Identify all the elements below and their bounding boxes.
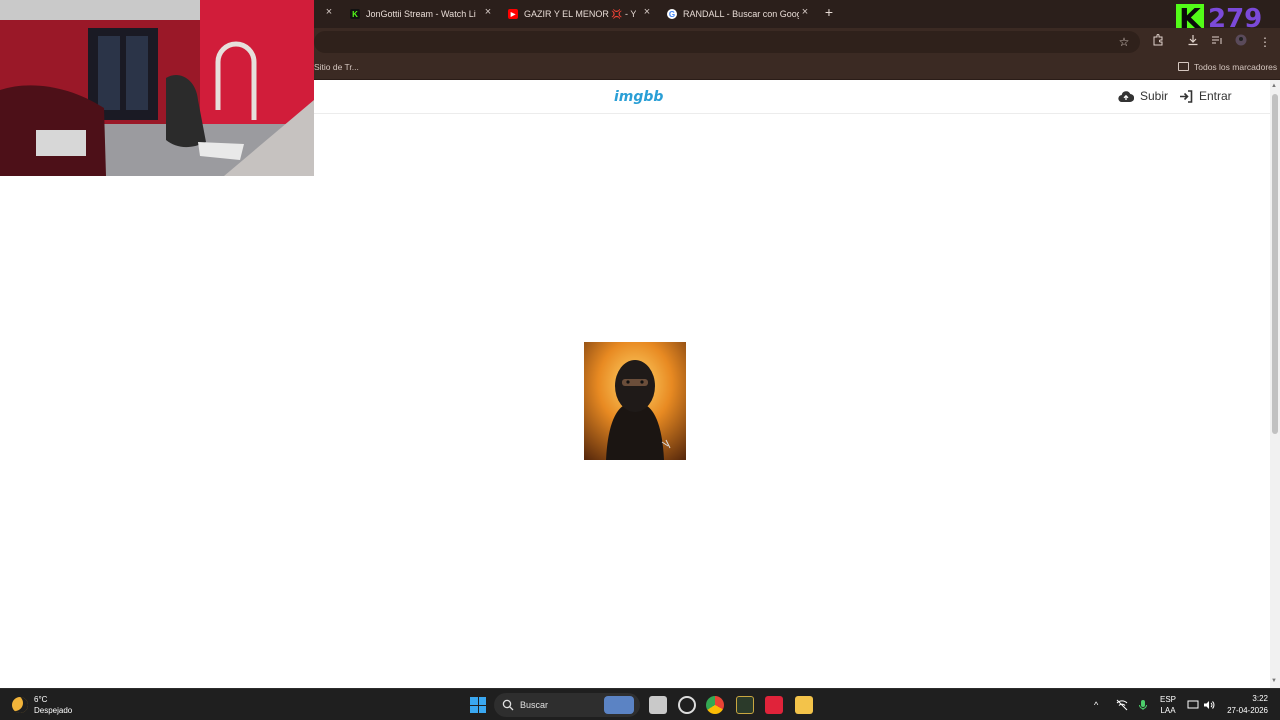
tab-close-icon[interactable]: ×	[322, 6, 336, 18]
chrome-icon[interactable]	[706, 696, 724, 714]
weather-desc: Despejado	[34, 706, 73, 715]
scroll-down-arrow-icon[interactable]: ▼	[1271, 678, 1277, 684]
desktop-screen: × K JonGottii Stream - Watch Live o × ▶ …	[0, 0, 1280, 720]
all-bookmarks-link[interactable]: Todos los marcadores	[1194, 62, 1277, 72]
youtube-icon: ▶	[508, 9, 518, 19]
search-highlight-icon	[604, 696, 634, 714]
tab-title: JonGottii Stream - Watch Live o	[366, 9, 476, 19]
lang-code: ESP	[1160, 695, 1177, 704]
clock-date: 27-04-2026	[1227, 706, 1268, 715]
tab-close-icon[interactable]: ×	[798, 6, 812, 18]
moon-icon	[12, 697, 28, 713]
login-label: Entrar	[1199, 89, 1232, 103]
new-tab-button[interactable]: +	[822, 4, 836, 20]
google-icon: G	[667, 9, 677, 19]
kick-icon: K	[350, 9, 360, 19]
uploaded-image[interactable]	[584, 342, 686, 460]
address-bar[interactable]	[314, 31, 1140, 53]
tab-title: GAZIR Y EL MENOR 💢 - YouTu	[524, 8, 636, 19]
search-label: Buscar	[520, 700, 549, 710]
windows-start-icon[interactable]	[470, 697, 486, 713]
chevron-up-icon[interactable]: ^	[1094, 689, 1098, 720]
media-control-icon[interactable]	[1209, 34, 1225, 50]
upload-label: Subir	[1140, 89, 1169, 103]
cloud-upload-icon	[1118, 90, 1134, 102]
menu-kebab-icon[interactable]: ⋮	[1257, 34, 1273, 50]
volume-icon[interactable]	[1203, 689, 1215, 720]
search-icon	[502, 699, 514, 711]
steam-icon[interactable]	[678, 696, 696, 714]
scroll-thumb[interactable]	[1272, 94, 1278, 434]
upload-button[interactable]: Subir	[1118, 89, 1168, 103]
imgbb-logo[interactable]: imgbb	[614, 89, 663, 105]
tab-kick-stream[interactable]: K JonGottii Stream - Watch Live o	[350, 3, 476, 25]
tab-google-search[interactable]: G RANDALL - Buscar con Google	[667, 3, 799, 25]
file-explorer-icon[interactable]	[795, 696, 813, 714]
extensions-icon[interactable]	[1150, 34, 1166, 50]
league-of-legends-icon[interactable]	[736, 696, 754, 714]
weather-temp: 6°C	[34, 695, 48, 704]
task-view-icon[interactable]	[649, 696, 667, 714]
lang-layout: LAA	[1160, 706, 1176, 715]
media-app-icon[interactable]	[765, 696, 783, 714]
windows-taskbar: 6°C Despejado Buscar ^ ESP LAA 3:22 27-0…	[0, 688, 1280, 720]
download-icon[interactable]	[1185, 34, 1201, 50]
bookmark-item[interactable]: Sitio de Tr...	[314, 62, 359, 72]
clock-time: 3:22	[1252, 694, 1268, 703]
page-scrollbar[interactable]: ▲ ▼	[1270, 80, 1280, 688]
tab-title: RANDALL - Buscar con Google	[683, 9, 799, 19]
microphone-icon[interactable]	[1138, 689, 1148, 720]
taskbar-search-box[interactable]: Buscar	[494, 693, 640, 717]
network-off-icon[interactable]	[1116, 689, 1128, 720]
star-icon[interactable]: ☆	[1116, 34, 1132, 50]
scroll-up-arrow-icon[interactable]: ▲	[1271, 83, 1277, 89]
weather-widget[interactable]: 6°C Despejado	[12, 694, 72, 716]
system-clock[interactable]: 3:22 27-04-2026	[1227, 693, 1268, 717]
tab-youtube[interactable]: ▶ GAZIR Y EL MENOR 💢 - YouTu	[508, 3, 636, 25]
display-icon[interactable]	[1187, 689, 1199, 720]
sign-in-icon	[1180, 89, 1193, 103]
webcam-overlay	[0, 0, 314, 176]
folder-icon	[1178, 62, 1189, 71]
tab-close-icon[interactable]: ×	[640, 6, 654, 18]
language-indicator[interactable]: ESP LAA	[1160, 689, 1176, 720]
tab-close-icon[interactable]: ×	[481, 6, 495, 18]
login-button[interactable]: Entrar	[1179, 89, 1232, 103]
profile-avatar-icon[interactable]	[1233, 34, 1249, 50]
